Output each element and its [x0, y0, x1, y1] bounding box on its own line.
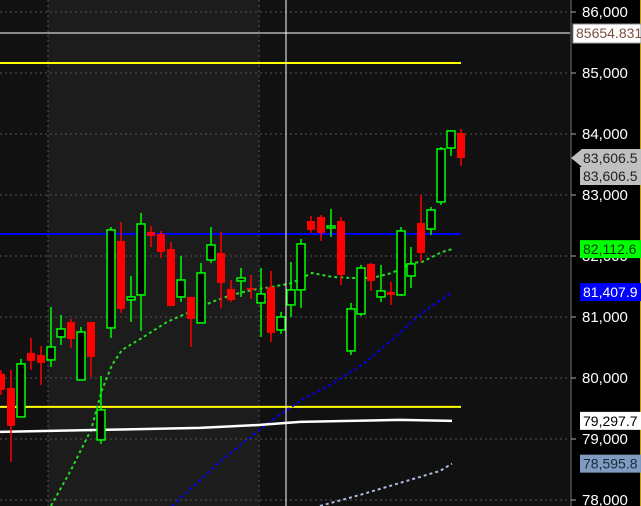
axis-tick-label: 85,000	[582, 65, 628, 82]
candle-down	[417, 222, 425, 253]
axis-tick-label: 78,000	[582, 492, 628, 506]
candle-up	[96, 409, 106, 441]
candle-down	[147, 231, 155, 236]
candle-up	[436, 148, 446, 203]
candle-up	[206, 244, 216, 261]
candle-up	[136, 223, 146, 296]
candle-down	[67, 321, 75, 339]
price-tag-label: 83,606.5	[583, 150, 638, 166]
candle-up	[56, 328, 66, 338]
price-tag-label: 81,407.9	[583, 284, 638, 300]
candle-up	[236, 277, 246, 282]
candle-up	[426, 209, 436, 230]
candle-down	[157, 233, 165, 252]
axis-tick-label: 79,000	[582, 431, 628, 448]
candle-down	[267, 286, 275, 333]
price-tag-label: 82,112.6	[583, 241, 637, 257]
candle-up	[376, 290, 386, 298]
candle-up	[356, 267, 366, 315]
candle-down	[27, 352, 35, 361]
candle-up	[76, 331, 86, 381]
candle-down	[337, 220, 345, 275]
crosshair-price-label: 85654.831	[576, 25, 641, 41]
candle-down	[217, 252, 225, 283]
candle-up	[286, 289, 296, 306]
candle-down	[117, 240, 125, 309]
axis-tick-label: 83,000	[582, 187, 628, 204]
candle-down	[167, 248, 175, 306]
price-tag-label: 83,606.5	[583, 168, 638, 184]
candle-up	[256, 293, 266, 304]
candle-down	[247, 287, 255, 290]
candle-down	[367, 263, 375, 281]
candle-down	[187, 296, 195, 319]
candle-down	[0, 373, 5, 390]
candle-down	[87, 321, 95, 357]
candle-up	[126, 296, 136, 301]
candle-down	[387, 291, 395, 295]
price-tag-label: 78,595.8	[583, 456, 638, 472]
candlestick-chart[interactable]: 78,00079,00080,00081,00082,00083,00084,0…	[0, 0, 641, 506]
price-tag-label: 79,297.7	[583, 413, 638, 429]
axis-tick-label: 81,000	[582, 309, 628, 326]
candle-up	[276, 316, 286, 331]
candle-up	[446, 130, 456, 149]
candle-up	[106, 229, 116, 329]
candle-down	[457, 132, 465, 158]
candle-up	[346, 308, 356, 352]
axis-tick-label: 80,000	[582, 370, 628, 387]
candle-up	[46, 346, 56, 361]
candle-up	[326, 225, 336, 229]
candle-down	[7, 387, 15, 426]
candle-up	[16, 363, 26, 418]
axis-tick-label: 86,000	[582, 4, 628, 21]
candle-up	[396, 230, 406, 296]
candle-up	[196, 272, 206, 324]
candle-down	[307, 220, 315, 230]
candle-up	[176, 279, 186, 298]
candle-up	[406, 263, 416, 277]
candle-down	[37, 354, 45, 363]
candle-down	[317, 216, 325, 233]
candle-up	[296, 243, 306, 291]
axis-tick-label: 84,000	[582, 126, 628, 143]
candle-down	[227, 288, 235, 300]
